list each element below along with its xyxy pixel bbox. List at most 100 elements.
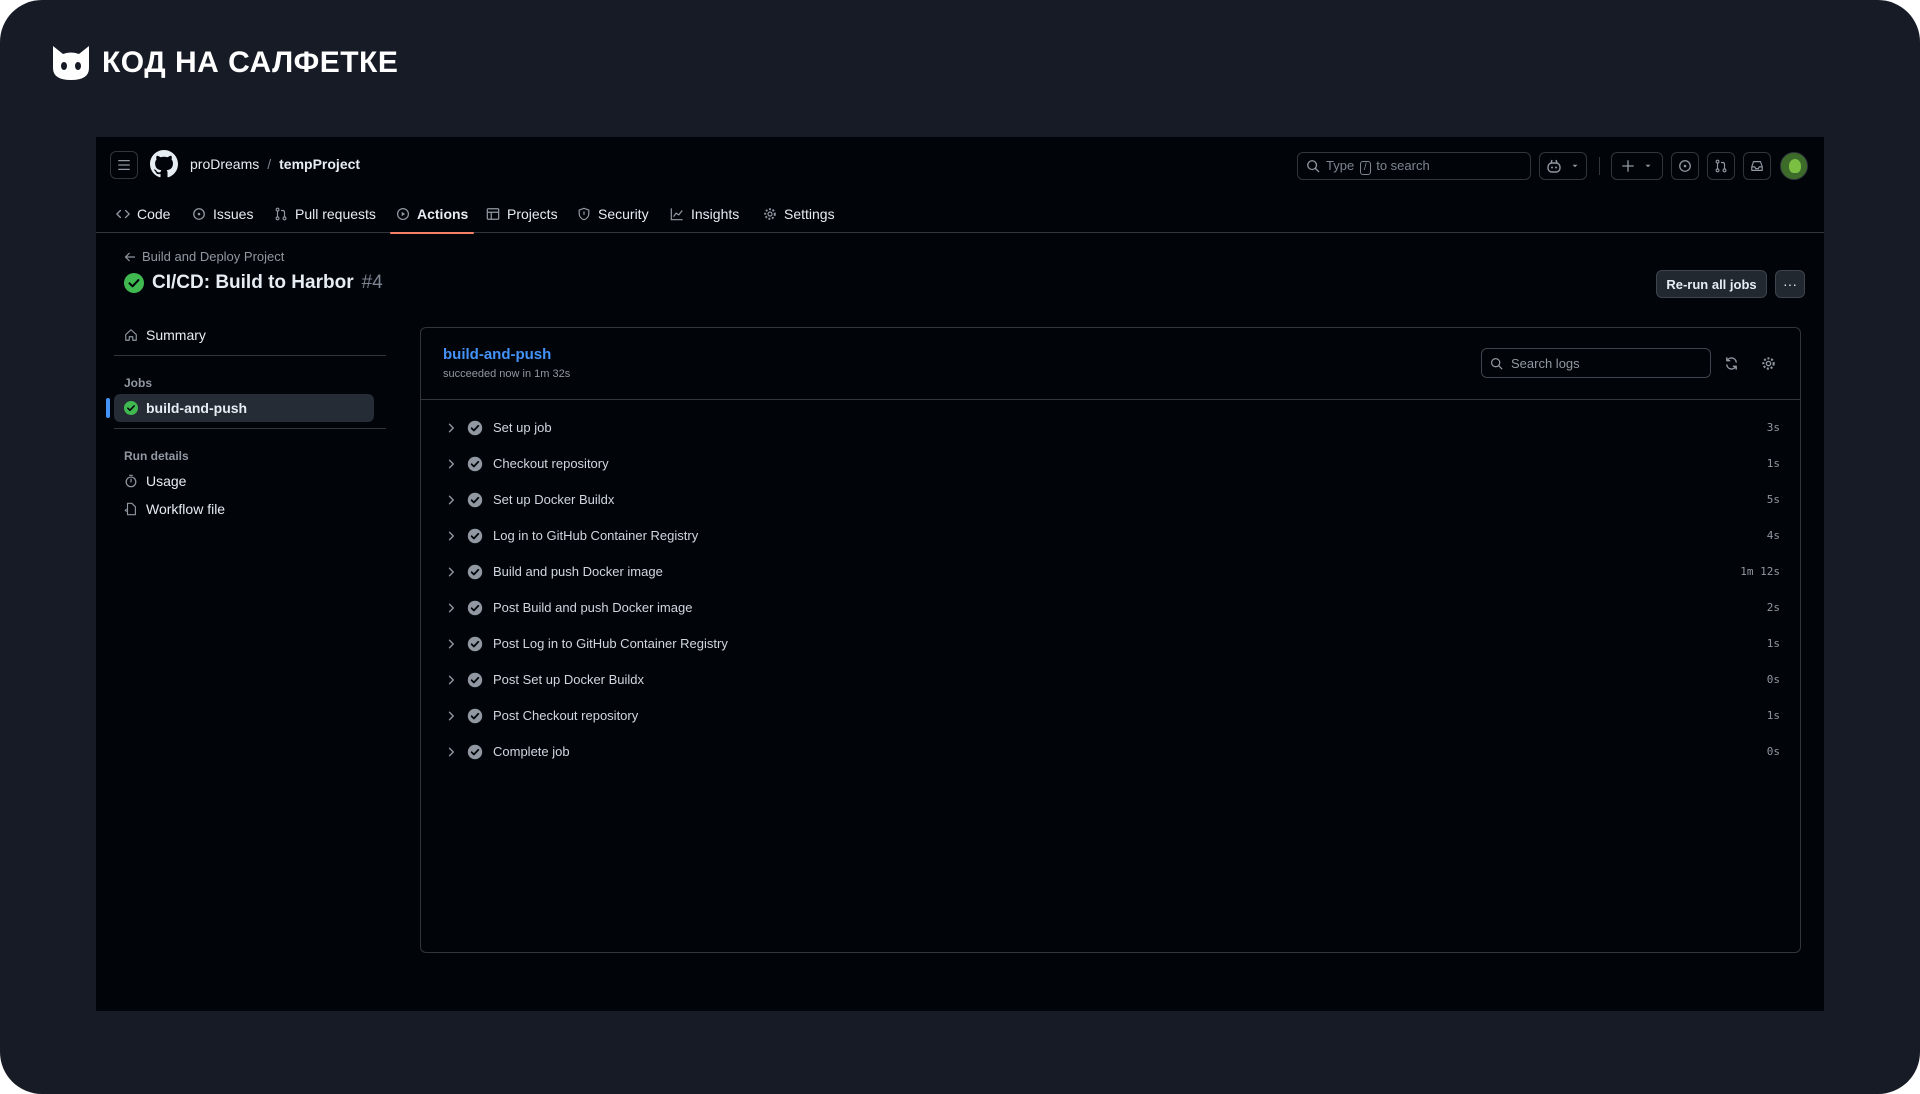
run-number: #4 <box>361 272 383 293</box>
tab-code[interactable]: Code <box>116 195 170 233</box>
github-logo-icon[interactable] <box>150 150 178 178</box>
job-status-text: succeeded now in 1m 32s <box>443 368 571 380</box>
sidebar-item-usage[interactable]: Usage <box>114 467 394 495</box>
pull-request-icon <box>275 207 287 221</box>
presentation-frame: КОД НА САЛФЕТКЕ proDreams / tempProject … <box>0 0 1920 1094</box>
tab-insights[interactable]: Insights <box>670 195 739 233</box>
tab-security[interactable]: Security <box>577 195 649 233</box>
success-check-icon <box>124 401 138 415</box>
job-log-panel: build-and-push succeeded now in 1m 32s S… <box>420 327 1801 953</box>
pull-requests-shortcut-button[interactable] <box>1707 152 1735 180</box>
job-step-row[interactable]: Set up job 3s <box>421 410 1800 446</box>
sidebar-item-workflow-file[interactable]: Workflow file <box>114 495 394 523</box>
pull-request-icon <box>1715 159 1727 173</box>
tab-pull-requests[interactable]: Pull requests <box>274 195 376 233</box>
issues-shortcut-button[interactable] <box>1671 152 1699 180</box>
step-duration: 1m 12s <box>1740 565 1780 578</box>
hamburger-icon <box>118 159 130 171</box>
step-duration: 0s <box>1766 745 1780 758</box>
step-duration: 3s <box>1766 421 1780 434</box>
chevron-right-icon[interactable] <box>445 566 457 578</box>
step-duration: 1s <box>1766 637 1780 650</box>
chevron-right-icon[interactable] <box>445 422 457 434</box>
job-step-row[interactable]: Build and push Docker image 1m 12s <box>421 554 1800 590</box>
refresh-button[interactable] <box>1722 354 1740 372</box>
user-avatar[interactable] <box>1780 152 1808 180</box>
job-step-row[interactable]: Post Build and push Docker image 2s <box>421 590 1800 626</box>
chevron-down-icon <box>1572 164 1578 168</box>
sidebar-item-label: Summary <box>146 327 206 343</box>
tab-actions[interactable]: Actions <box>389 195 475 234</box>
step-duration: 4s <box>1766 529 1780 542</box>
plus-icon <box>1622 160 1634 172</box>
github-window: proDreams / tempProject Type / to search <box>96 137 1824 1011</box>
chevron-right-icon[interactable] <box>445 638 457 650</box>
page-title: CI/CD: Build to Harbor #4 <box>124 272 383 294</box>
menu-button[interactable] <box>110 151 138 179</box>
job-step-row[interactable]: Checkout repository 1s <box>421 446 1800 482</box>
global-search-input[interactable]: Type / to search <box>1297 152 1531 180</box>
step-duration: 0s <box>1766 673 1780 686</box>
sidebar-item-job[interactable]: build-and-push <box>106 394 374 422</box>
search-hint-prefix: Type <box>1326 157 1355 173</box>
sidebar-divider <box>114 428 386 429</box>
back-link-label: Build and Deploy Project <box>142 249 285 264</box>
top-bar: proDreams / tempProject Type / to search <box>96 137 1824 195</box>
gear-icon <box>764 208 776 220</box>
chevron-right-icon[interactable] <box>445 458 457 470</box>
job-step-row[interactable]: Set up Docker Buildx 5s <box>421 482 1800 518</box>
step-success-icon <box>467 420 483 436</box>
stopwatch-icon <box>125 474 137 488</box>
job-name-link[interactable]: build-and-push <box>443 346 551 363</box>
step-success-icon <box>467 744 483 760</box>
search-icon <box>1491 357 1503 369</box>
step-label: Post Build and push Docker image <box>493 600 693 615</box>
repo-name-link[interactable]: tempProject <box>279 156 360 172</box>
chevron-right-icon[interactable] <box>445 602 457 614</box>
tab-settings-label: Settings <box>784 206 835 222</box>
step-label: Log in to GitHub Container Registry <box>493 528 699 543</box>
rerun-all-jobs-button[interactable]: Re-run all jobs <box>1656 270 1767 298</box>
issue-icon <box>193 208 205 220</box>
job-steps-list: Set up job 3s Checkout repository 1s Set… <box>421 410 1800 770</box>
tab-projects[interactable]: Projects <box>486 195 558 233</box>
tab-issues[interactable]: Issues <box>192 195 253 233</box>
search-hint: Type / to search <box>1326 158 1430 175</box>
step-label: Checkout repository <box>493 456 609 471</box>
log-settings-button[interactable] <box>1759 354 1777 372</box>
chevron-right-icon[interactable] <box>445 710 457 722</box>
step-success-icon <box>467 708 483 724</box>
repo-owner-link[interactable]: proDreams <box>190 156 259 172</box>
graph-icon <box>670 208 683 221</box>
more-options-button[interactable]: ··· <box>1775 270 1805 298</box>
job-step-row[interactable]: Post Checkout repository 1s <box>421 698 1800 734</box>
run-details-heading: Run details <box>124 449 189 463</box>
toolbar-divider <box>1599 157 1600 175</box>
job-step-row[interactable]: Post Set up Docker Buildx 0s <box>421 662 1800 698</box>
copilot-button[interactable] <box>1539 152 1587 180</box>
step-success-icon <box>467 672 483 688</box>
sidebar-divider <box>114 355 386 356</box>
sidebar-item-summary[interactable]: Summary <box>114 321 394 349</box>
job-step-row[interactable]: Complete job 0s <box>421 734 1800 770</box>
tab-insights-label: Insights <box>691 206 740 222</box>
step-label: Post Set up Docker Buildx <box>493 672 645 687</box>
create-new-button[interactable] <box>1611 152 1663 180</box>
chevron-right-icon[interactable] <box>445 746 457 758</box>
success-check-icon <box>124 273 144 293</box>
chevron-right-icon[interactable] <box>445 530 457 542</box>
tab-settings[interactable]: Settings <box>763 195 835 233</box>
step-label: Post Checkout repository <box>493 708 639 723</box>
back-to-workflow-link[interactable]: Build and Deploy Project <box>124 249 284 264</box>
chevron-right-icon[interactable] <box>445 494 457 506</box>
inbox-button[interactable] <box>1743 152 1771 180</box>
job-step-row[interactable]: Log in to GitHub Container Registry 4s <box>421 518 1800 554</box>
search-logs-input[interactable]: Search logs <box>1481 348 1711 378</box>
shield-icon <box>578 207 590 221</box>
search-icon <box>1307 160 1320 173</box>
job-step-row[interactable]: Post Log in to GitHub Container Registry… <box>421 626 1800 662</box>
chevron-right-icon[interactable] <box>445 674 457 686</box>
step-success-icon <box>467 528 483 544</box>
sidebar-item-label: build-and-push <box>146 400 248 416</box>
jobs-heading: Jobs <box>124 376 153 390</box>
